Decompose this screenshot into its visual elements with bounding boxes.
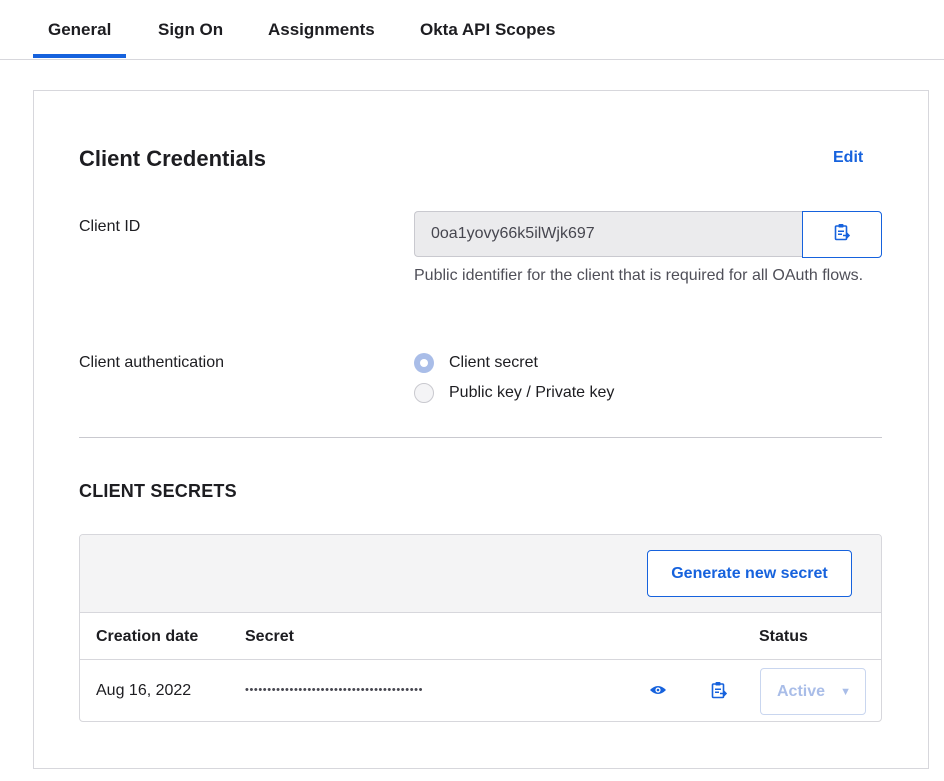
masked-secret: •••••••••••••••••••••••••••••••••••••••• — [245, 684, 424, 696]
copy-client-id-button[interactable] — [802, 211, 882, 258]
edit-link[interactable]: Edit — [833, 149, 863, 167]
client-id-help-text: Public identifier for the client that is… — [414, 267, 864, 284]
reveal-secret-button[interactable] — [647, 681, 669, 703]
section-divider — [79, 437, 882, 438]
client-authentication-label: Client authentication — [79, 354, 224, 371]
client-id-label: Client ID — [79, 218, 141, 235]
caret-down-icon: ▼ — [840, 686, 851, 698]
client-secrets-table: Generate new secret Creation date Secret… — [79, 534, 882, 722]
status-value: Active — [777, 682, 826, 700]
client-id-field[interactable]: 0oa1yovy66k5ilWjk697 — [414, 211, 804, 257]
tab-bar: General Sign On Assignments Okta API Sco… — [0, 0, 944, 60]
client-secrets-title: CLIENT SECRETS — [79, 481, 237, 501]
radio-unselected-indicator[interactable] — [414, 383, 434, 403]
radio-client-secret-label: Client secret — [449, 354, 538, 371]
tab-general[interactable]: General — [32, 20, 127, 58]
tab-okta-api-scopes[interactable]: Okta API Scopes — [420, 20, 555, 40]
secret-status-dropdown[interactable]: Active ▼ — [760, 668, 866, 715]
header-divider — [80, 659, 881, 660]
radio-client-secret[interactable]: Client secret — [414, 353, 538, 373]
secret-creation-date: Aug 16, 2022 — [96, 682, 192, 699]
column-header-creation-date: Creation date — [96, 628, 199, 645]
radio-public-private-key-label: Public key / Private key — [449, 384, 615, 401]
generate-new-secret-button[interactable]: Generate new secret — [647, 550, 852, 597]
eye-icon — [649, 683, 667, 701]
column-header-secret: Secret — [245, 628, 294, 645]
clipboard-icon — [834, 223, 851, 246]
radio-selected-indicator[interactable] — [414, 353, 434, 373]
client-credentials-panel: Client Credentials Edit Client ID 0oa1yo… — [33, 90, 929, 769]
tab-sign-on[interactable]: Sign On — [158, 20, 223, 40]
tab-assignments[interactable]: Assignments — [268, 20, 375, 40]
section-title: Client Credentials — [79, 146, 267, 171]
copy-secret-button[interactable] — [708, 680, 730, 704]
column-header-status: Status — [759, 628, 808, 645]
secrets-toolbar: Generate new secret — [80, 535, 881, 613]
radio-public-private-key[interactable]: Public key / Private key — [414, 383, 614, 403]
clipboard-icon — [711, 681, 728, 704]
